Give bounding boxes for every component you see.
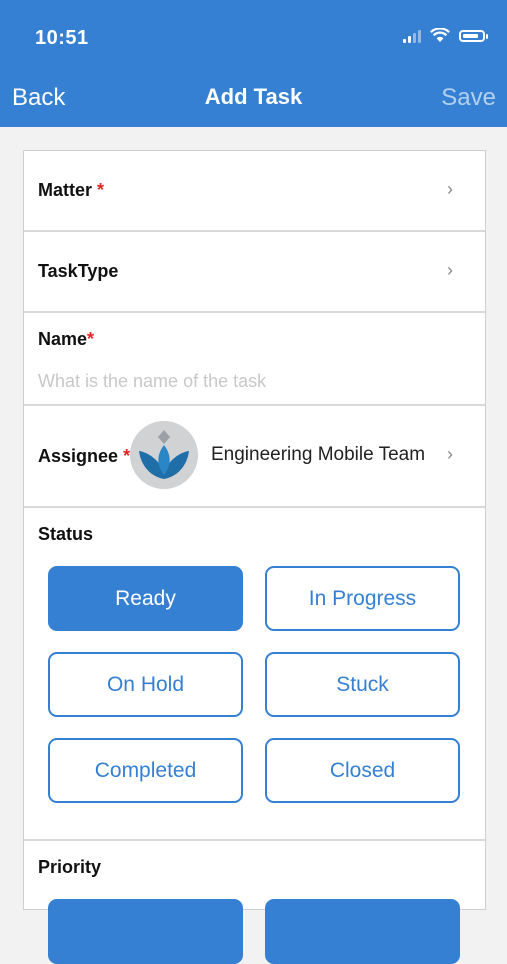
- matter-row[interactable]: Matter * ›: [24, 151, 485, 232]
- task-form: Matter * › TaskType › Name* Assignee * E…: [23, 150, 486, 964]
- status-time: 10:51: [35, 27, 89, 49]
- battery-icon: [459, 29, 488, 42]
- status-option-in-progress[interactable]: In Progress: [265, 566, 460, 631]
- assignee-label: Assignee *: [38, 446, 131, 466]
- status-option-stuck[interactable]: Stuck: [265, 652, 460, 717]
- status-option-closed[interactable]: Closed: [265, 738, 460, 803]
- priority-option-partial[interactable]: [265, 899, 460, 964]
- priority-option-partial[interactable]: [48, 899, 243, 964]
- app-header: 10:51 Back Add Task Save: [0, 0, 507, 127]
- assignee-row[interactable]: Assignee * Engineering Mobile Team ›: [24, 406, 485, 508]
- save-button[interactable]: Save: [441, 84, 496, 112]
- assignee-value: Engineering Mobile Team: [211, 444, 426, 465]
- status-option-on-hold[interactable]: On Hold: [48, 652, 243, 717]
- chevron-right-icon: ›: [447, 444, 453, 464]
- page-title: Add Task: [204, 84, 303, 109]
- status-icons: [403, 28, 488, 43]
- assignee-avatar: [130, 421, 198, 489]
- status-option-completed[interactable]: Completed: [48, 738, 243, 803]
- wifi-icon: [430, 28, 450, 42]
- required-marker: *: [87, 329, 95, 349]
- task-type-row[interactable]: TaskType ›: [24, 232, 485, 313]
- status-section: Status Ready In Progress On Hold Stuck C…: [24, 508, 485, 841]
- priority-label: Priority: [38, 857, 102, 877]
- priority-section: Priority: [24, 841, 485, 964]
- matter-label: Matter *: [38, 180, 105, 200]
- task-type-label: TaskType: [38, 261, 119, 281]
- team-logo-icon: [130, 421, 198, 489]
- required-marker: *: [97, 180, 105, 200]
- chevron-right-icon: ›: [447, 260, 453, 280]
- name-label: Name*: [38, 329, 95, 349]
- cellular-signal-icon: [403, 29, 421, 43]
- name-row: Name*: [24, 313, 485, 406]
- status-label: Status: [38, 524, 94, 544]
- chevron-right-icon: ›: [447, 179, 453, 199]
- status-option-ready[interactable]: Ready: [48, 566, 243, 631]
- name-input[interactable]: [38, 371, 458, 392]
